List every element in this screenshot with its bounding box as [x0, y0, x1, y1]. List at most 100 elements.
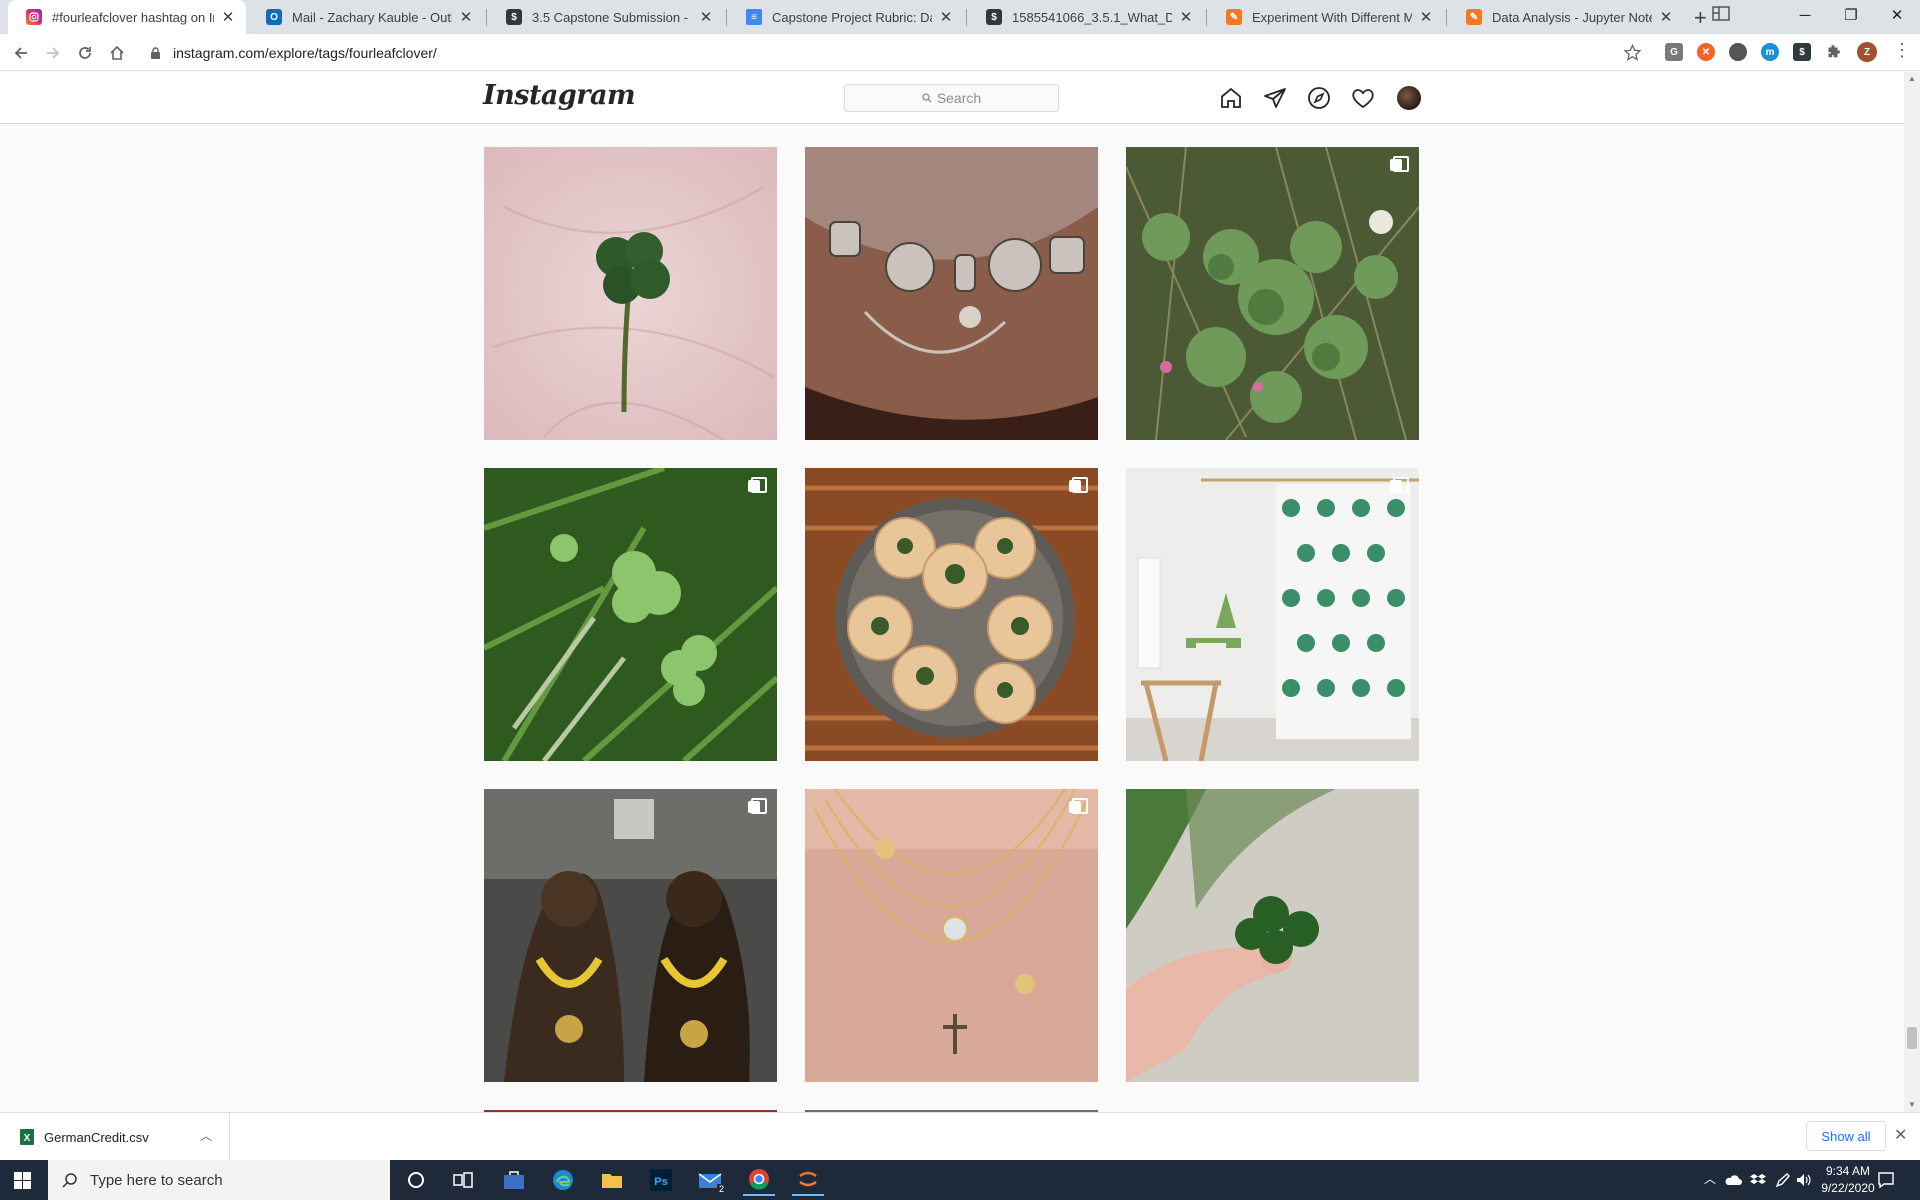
search-input[interactable]: Search — [844, 84, 1059, 112]
tab-title: Experiment With Different Model — [1252, 9, 1412, 25]
orange-extension-icon[interactable]: ✕ — [1697, 43, 1715, 61]
instagram-page: Instagram Search — [0, 72, 1904, 1112]
post-image — [1126, 147, 1419, 440]
pen-icon[interactable] — [1775, 1172, 1791, 1188]
search-icon — [922, 93, 932, 103]
chevron-up-icon[interactable]: ︿ — [1704, 1170, 1716, 1187]
close-tab-icon[interactable]: ✕ — [220, 8, 236, 26]
tab-search-icon[interactable] — [1712, 6, 1730, 22]
new-tab-button[interactable]: + — [1694, 5, 1707, 31]
scroll-up-arrow-icon[interactable]: ▲ — [1908, 74, 1916, 83]
scrollbar-thumb[interactable] — [1907, 1027, 1917, 1049]
windows-start-icon[interactable] — [14, 1172, 31, 1189]
home-icon — [110, 45, 124, 60]
page-scrollbar[interactable]: ▲ ▼ — [1904, 72, 1920, 1112]
browser-toolbar: instagram.com/explore/tags/fourleafclove… — [0, 34, 1920, 71]
tab-title: Data Analysis - Jupyter Notebook — [1492, 9, 1652, 25]
instagram-header: Instagram Search — [0, 72, 1904, 124]
post-shower-curtain[interactable] — [1126, 468, 1419, 761]
notifications-icon[interactable] — [1877, 1171, 1895, 1189]
outlook-mail-icon[interactable]: 2 — [694, 1164, 726, 1196]
tab-experiment-models[interactable]: ✎ Experiment With Different Model ✕ — [1208, 0, 1444, 34]
bookmark-star-icon[interactable] — [1624, 44, 1641, 61]
lock-icon[interactable] — [150, 47, 161, 59]
taskbar-search-box[interactable]: Type here to search — [48, 1160, 390, 1200]
reload-icon — [79, 47, 91, 59]
close-shelf-icon[interactable]: ✕ — [1894, 1125, 1907, 1145]
post-clover-palm[interactable] — [484, 147, 777, 440]
task-view-icon[interactable] — [447, 1164, 479, 1196]
cortana-icon[interactable] — [400, 1164, 432, 1196]
dollar-extension-icon[interactable]: $ — [1793, 43, 1811, 61]
tab-what-data[interactable]: $ 1585541066_3.5.1_What_Data_to ✕ — [968, 0, 1204, 34]
onedrive-cloud-icon[interactable] — [1724, 1174, 1742, 1186]
tab-title: 3.5 Capstone Submission - Spring — [532, 9, 692, 25]
download-filename: GermanCredit.csv — [44, 1129, 149, 1145]
post-image — [484, 468, 777, 761]
microsoft-store-icon[interactable] — [498, 1164, 530, 1196]
tab-data-analysis[interactable]: ✎ Data Analysis - Jupyter Notebook ✕ — [1448, 0, 1684, 34]
post-cookies[interactable] — [805, 468, 1098, 761]
edge-browser-icon[interactable] — [547, 1164, 579, 1196]
tab-separator — [1446, 9, 1447, 26]
blue-extension-icon[interactable]: m — [1761, 43, 1779, 61]
instagram-logo[interactable]: Instagram — [483, 80, 636, 111]
close-tab-icon[interactable]: ✕ — [698, 8, 714, 26]
scroll-down-arrow-icon[interactable]: ▼ — [1908, 1100, 1916, 1109]
post-charm-bracelet[interactable] — [805, 147, 1098, 440]
taskbar-search-placeholder: Type here to search — [90, 1171, 223, 1189]
tab-capstone-rubric[interactable]: ≡ Capstone Project Rubric: Data Co ✕ — [728, 0, 964, 34]
post-image — [1126, 468, 1419, 761]
tab-title: 1585541066_3.5.1_What_Data_to — [1012, 9, 1172, 25]
extensions-puzzle-icon[interactable] — [1824, 43, 1842, 61]
circle-extension-icon[interactable] — [1729, 43, 1747, 61]
post-dachshunds[interactable] — [484, 789, 777, 1082]
home-icon[interactable] — [1219, 86, 1243, 110]
profile-avatar[interactable] — [1397, 86, 1421, 110]
tab-capstone-submission[interactable]: $ 3.5 Capstone Submission - Spring ✕ — [488, 0, 724, 34]
restore-button[interactable]: ❐ — [1828, 0, 1874, 30]
grammar-extension-icon[interactable]: G — [1665, 43, 1683, 61]
post-clover-fingers[interactable] — [1126, 789, 1419, 1082]
minimize-button[interactable]: ─ — [1782, 0, 1828, 30]
file-explorer-icon[interactable] — [596, 1164, 628, 1196]
back-button[interactable] — [6, 38, 36, 68]
forward-button[interactable] — [38, 38, 68, 68]
post-clover-patch[interactable] — [1126, 147, 1419, 440]
home-button[interactable] — [102, 38, 132, 68]
jupyter-icon[interactable] — [792, 1164, 824, 1196]
system-clock[interactable]: 9:34 AM 9/22/2020 — [1808, 1163, 1888, 1197]
google-docs-icon: ≡ — [746, 9, 762, 25]
menu-kebab-icon[interactable]: ⋮ — [1893, 41, 1911, 59]
tab-instagram[interactable]: #fourleafclover hashtag on Instag ✕ — [8, 0, 246, 34]
close-tab-icon[interactable]: ✕ — [938, 8, 954, 26]
dropbox-icon[interactable] — [1750, 1172, 1766, 1188]
post-clovers-grass[interactable] — [484, 468, 777, 761]
tab-outlook[interactable]: O Mail - Zachary Kauble - Outlook ✕ — [248, 0, 484, 34]
explore-compass-icon[interactable] — [1307, 86, 1331, 110]
profile-avatar[interactable]: Z — [1857, 42, 1877, 62]
chevron-up-icon[interactable]: ︿ — [200, 1127, 212, 1144]
tab-separator — [966, 9, 967, 26]
reload-button[interactable] — [70, 38, 100, 68]
url-text[interactable]: instagram.com/explore/tags/fourleafclove… — [173, 45, 437, 61]
close-tab-icon[interactable]: ✕ — [1178, 8, 1194, 26]
back-arrow-icon — [14, 47, 27, 59]
photoshop-icon[interactable]: Ps — [645, 1164, 677, 1196]
chrome-icon[interactable] — [743, 1164, 775, 1196]
show-all-button[interactable]: Show all — [1806, 1121, 1886, 1151]
carousel-icon — [1069, 798, 1088, 814]
post-necklaces[interactable] — [805, 789, 1098, 1082]
address-bar[interactable]: instagram.com/explore/tags/fourleafclove… — [140, 39, 1640, 67]
carousel-icon — [1390, 156, 1409, 172]
activity-heart-icon[interactable] — [1351, 86, 1375, 110]
close-tab-icon[interactable]: ✕ — [1418, 8, 1434, 26]
direct-message-icon[interactable] — [1263, 86, 1287, 110]
svg-text:Ps: Ps — [654, 1176, 667, 1188]
close-tab-icon[interactable]: ✕ — [458, 8, 474, 26]
tab-title: Mail - Zachary Kauble - Outlook — [292, 9, 452, 25]
close-window-button[interactable]: ✕ — [1874, 0, 1920, 30]
browser-tab-strip: #fourleafclover hashtag on Instag ✕ O Ma… — [0, 0, 1920, 34]
download-item[interactable]: X GermanCredit.csv ︿ — [0, 1113, 230, 1161]
close-tab-icon[interactable]: ✕ — [1658, 8, 1674, 26]
